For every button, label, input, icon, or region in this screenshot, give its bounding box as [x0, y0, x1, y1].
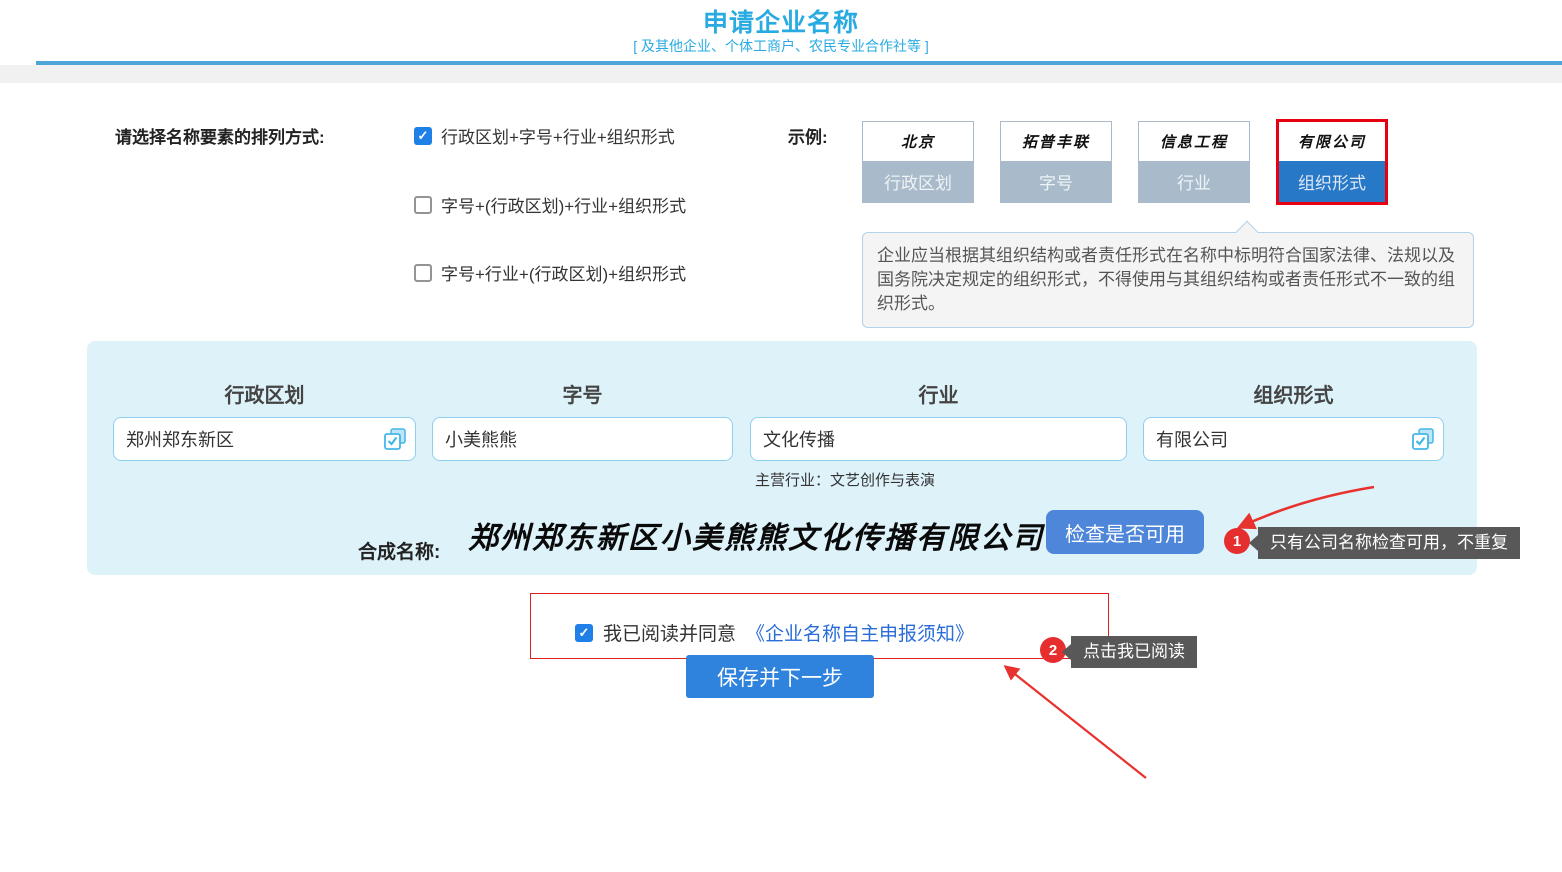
- list-picker-icon[interactable]: [1411, 427, 1435, 451]
- list-picker-icon[interactable]: [383, 427, 407, 451]
- example-box-tradename: 拓普丰联 字号: [1000, 121, 1112, 203]
- check-availability-button[interactable]: 检查是否可用: [1046, 510, 1204, 554]
- arrangement-option-2[interactable]: 字号+(行政区划)+行业+组织形式: [414, 192, 686, 217]
- arrangement-option-label: 行政区划+字号+行业+组织形式: [441, 123, 675, 148]
- example-box-value: 拓普丰联: [1001, 122, 1111, 161]
- note-caret-up: [1236, 221, 1259, 244]
- industry-field-wrapper: [750, 417, 1127, 461]
- tooltip-left-caret: [1062, 644, 1071, 660]
- agreement-row: ✓ 我已阅读并同意 《企业名称自主申报须知》: [575, 619, 974, 646]
- tradename-field-wrapper: [432, 417, 733, 461]
- agreement-label: 我已阅读并同意: [603, 619, 736, 646]
- arrangement-option-3[interactable]: 字号+行业+(行政区划)+组织形式: [414, 260, 686, 285]
- apply-enterprise-name-page: 申请企业名称 [ 及其他企业、个体工商户、农民专业合作社等 ] 请选择名称要素的…: [0, 0, 1562, 872]
- composed-name-value: 郑州郑东新区小美熊熊文化传播有限公司: [468, 513, 1044, 557]
- column-header-tradename: 字号: [432, 379, 733, 408]
- checkbox-unchecked-icon[interactable]: [414, 264, 432, 282]
- column-header-industry: 行业: [750, 379, 1127, 408]
- composed-name-label: 合成名称:: [358, 537, 440, 564]
- orgform-note-text: 企业应当根据其组织结构或者责任形式在名称中标明符合国家法律、法规以及国务院决定规…: [877, 246, 1455, 313]
- example-box-region: 北京 行政区划: [862, 121, 974, 203]
- example-box-label: 组织形式: [1279, 161, 1385, 202]
- region-input[interactable]: [113, 417, 416, 461]
- annotation-badge-1: 1: [1224, 528, 1250, 554]
- example-box-label: 行业: [1139, 161, 1249, 202]
- example-box-value: 信息工程: [1139, 122, 1249, 161]
- checkbox-checked-icon[interactable]: ✓: [414, 127, 432, 145]
- orgform-input[interactable]: [1143, 417, 1444, 461]
- declaration-notice-link[interactable]: 《企业名称自主申报须知》: [746, 619, 974, 646]
- example-box-value: 北京: [863, 122, 973, 161]
- region-field-wrapper: [113, 417, 416, 461]
- tradename-input[interactable]: [432, 417, 733, 461]
- example-box-label: 字号: [1001, 161, 1111, 202]
- arrangement-option-label: 字号+行业+(行政区划)+组织形式: [441, 260, 686, 285]
- example-label: 示例:: [788, 123, 828, 148]
- page-title: 申请企业名称: [0, 3, 1562, 39]
- column-header-region: 行政区划: [113, 379, 416, 408]
- example-boxes: 北京 行政区划 拓普丰联 字号 信息工程 行业 有限公司 组织形式: [862, 121, 1388, 205]
- industry-input[interactable]: [750, 417, 1127, 461]
- column-header-orgform: 组织形式: [1143, 379, 1444, 408]
- annotation-tooltip-1: 只有公司名称检查可用，不重复: [1258, 527, 1520, 559]
- header-gray-bar: [0, 65, 1562, 83]
- page-subtitle: [ 及其他企业、个体工商户、农民专业合作社等 ]: [0, 36, 1562, 56]
- annotation-tooltip-2: 点击我已阅读: [1071, 636, 1197, 668]
- main-industry-note: 主营行业：文艺创作与表演: [755, 469, 935, 490]
- red-arrow-to-agreement: [1006, 667, 1146, 778]
- example-box-label: 行政区划: [863, 161, 973, 202]
- agreement-checkbox[interactable]: ✓: [575, 624, 593, 642]
- annotation-tooltip-text: 点击我已阅读: [1083, 642, 1185, 661]
- orgform-note-box: 企业应当根据其组织结构或者责任形式在名称中标明符合国家法律、法规以及国务院决定规…: [862, 232, 1474, 328]
- save-next-button[interactable]: 保存并下一步: [686, 655, 874, 698]
- example-box-orgform-highlighted: 有限公司 组织形式: [1276, 119, 1388, 205]
- arrangement-label: 请选择名称要素的排列方式:: [115, 123, 325, 148]
- orgform-field-wrapper: [1143, 417, 1444, 461]
- arrangement-option-label: 字号+(行政区划)+行业+组织形式: [441, 192, 686, 217]
- arrangement-option-1[interactable]: ✓ 行政区划+字号+行业+组织形式: [414, 123, 675, 148]
- annotation-tooltip-text: 只有公司名称检查可用，不重复: [1270, 533, 1508, 552]
- example-box-value: 有限公司: [1279, 122, 1385, 161]
- tooltip-left-caret: [1249, 535, 1258, 551]
- example-box-industry: 信息工程 行业: [1138, 121, 1250, 203]
- checkbox-unchecked-icon[interactable]: [414, 196, 432, 214]
